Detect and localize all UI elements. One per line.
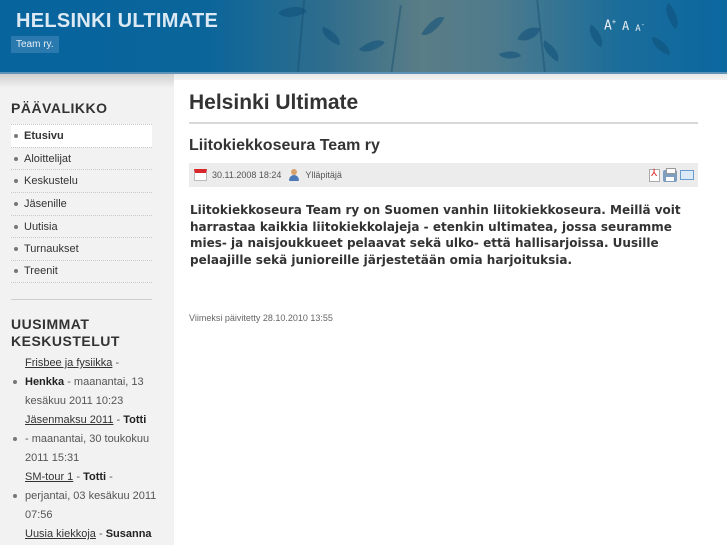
menu-item-jasenille[interactable]: Jäsenille <box>11 192 152 215</box>
sidebar-divider <box>11 299 152 300</box>
main-menu: Etusivu Aloittelijat Keskustelu Jäsenill… <box>11 124 152 283</box>
menu-item-label: Uutisia <box>24 220 58 233</box>
font-size-controls: A+ A A- <box>604 18 645 34</box>
menu-item-uutisia[interactable]: Uutisia <box>11 214 152 238</box>
decorative-leaf <box>358 33 386 59</box>
sidebar-top-shade <box>0 74 174 88</box>
separator: - <box>113 414 124 426</box>
bullet-icon <box>14 269 18 274</box>
user-icon <box>288 169 300 181</box>
post-author: Totti <box>123 414 147 426</box>
latest-title-line1: UUSIMMAT <box>11 316 90 332</box>
discussion-link[interactable]: SM-tour 1 <box>25 471 73 483</box>
menu-item-turnaukset[interactable]: Turnaukset <box>11 237 152 260</box>
latest-discussions-list: Frisbee ja fysiikka - Henkka - maanantai… <box>11 354 161 544</box>
decorative-leaf <box>498 46 522 64</box>
decorative-leaf <box>318 26 344 46</box>
bullet-icon <box>14 133 18 138</box>
sidebar: PÄÄVALIKKO Etusivu Aloittelijat Keskuste… <box>0 74 174 545</box>
bullet-icon <box>14 247 18 252</box>
separator: - <box>73 471 84 483</box>
menu-item-label: Turnaukset <box>24 243 79 256</box>
discussion-link[interactable]: Jäsenmaksu 2011 <box>25 414 113 426</box>
separator: - <box>64 376 74 388</box>
main-menu-title: PÄÄVALIKKO <box>11 100 108 116</box>
menu-item-label: Treenit <box>24 265 58 278</box>
menu-item-etusivu[interactable]: Etusivu <box>11 124 152 147</box>
bullet-icon <box>14 156 18 161</box>
latest-title-line2: KESKUSTELUT <box>11 333 120 349</box>
post-author: Totti <box>83 471 107 483</box>
article-body: Liitokiekkoseura Team ry on Suomen vanhi… <box>190 203 681 267</box>
post-author: Henkka <box>25 376 65 388</box>
page-heading: Helsinki Ultimate <box>189 91 698 124</box>
discussion-link[interactable]: Frisbee ja fysiikka <box>25 357 112 369</box>
print-icon[interactable] <box>663 168 677 182</box>
decrease-font-button[interactable]: A- <box>635 21 645 34</box>
pdf-icon[interactable] <box>649 168 660 182</box>
menu-item-label: Etusivu <box>24 129 64 142</box>
menu-item-label: Aloittelijat <box>24 152 72 165</box>
increase-font-label: A <box>604 18 612 34</box>
bullet-icon <box>13 494 17 498</box>
separator: - <box>106 471 113 483</box>
list-item: Uusia kiekkoja - Susanna <box>11 525 161 544</box>
post-author: Susanna <box>105 528 152 540</box>
increase-font-button[interactable]: A+ <box>604 18 616 33</box>
post-date: maanantai, 30 toukokuu 2011 15:31 <box>25 433 150 464</box>
list-item: Jäsenmaksu 2011 - Totti - maanantai, 30 … <box>11 411 161 468</box>
post-date: perjantai, 03 kesäkuu 2011 07:56 <box>25 490 157 521</box>
bullet-icon <box>14 224 18 229</box>
separator: - <box>112 357 120 369</box>
article-title[interactable]: Liitokiekkoseura Team ry <box>189 137 698 155</box>
bullet-icon <box>13 437 17 441</box>
decorative-leaf <box>517 22 541 46</box>
bullet-icon <box>13 380 17 384</box>
bullet-icon <box>14 179 18 184</box>
minus-sign: - <box>640 21 645 29</box>
site-tagline: Team ry. <box>11 36 59 53</box>
menu-item-keskustelu[interactable]: Keskustelu <box>11 169 152 192</box>
article-date: 30.11.2008 18:24 <box>212 170 282 180</box>
list-item: SM-tour 1 - Totti - perjantai, 03 kesäku… <box>11 468 161 525</box>
decorative-leaf <box>659 2 685 30</box>
latest-discussions-title: UUSIMMAT KESKUSTELUT <box>0 316 150 350</box>
article-actions <box>649 168 694 182</box>
list-item: Frisbee ja fysiikka - Henkka - maanantai… <box>11 354 161 411</box>
decorative-leaf <box>648 36 674 56</box>
menu-item-aloittelijat[interactable]: Aloittelijat <box>11 146 152 170</box>
menu-item-label: Jäsenille <box>24 197 67 210</box>
bullet-icon <box>14 201 18 206</box>
calendar-icon <box>194 169 207 181</box>
main-content: Helsinki Ultimate Liitokiekkoseura Team … <box>189 80 698 323</box>
separator: - <box>25 433 32 445</box>
discussion-link[interactable]: Uusia kiekkoja <box>25 528 96 540</box>
decorative-branch <box>536 0 546 72</box>
email-icon[interactable] <box>680 170 694 180</box>
decorative-leaf <box>421 11 445 41</box>
article-author: Ylläpitäjä <box>305 170 342 180</box>
menu-item-label: Keskustelu <box>24 175 78 188</box>
last-modified: Viimeksi päivitetty 28.10.2010 13:55 <box>189 313 333 323</box>
separator: - <box>95 528 106 540</box>
plus-sign: + <box>611 18 617 26</box>
menu-item-treenit[interactable]: Treenit <box>11 260 152 283</box>
site-header: HELSINKI ULTIMATE Team ry. A+ A A- <box>0 0 727 72</box>
site-title[interactable]: HELSINKI ULTIMATE <box>16 10 218 33</box>
reset-font-button[interactable]: A <box>622 19 629 33</box>
article-meta: 30.11.2008 18:24 Ylläpitäjä <box>189 163 698 187</box>
decorative-branch <box>390 5 402 72</box>
